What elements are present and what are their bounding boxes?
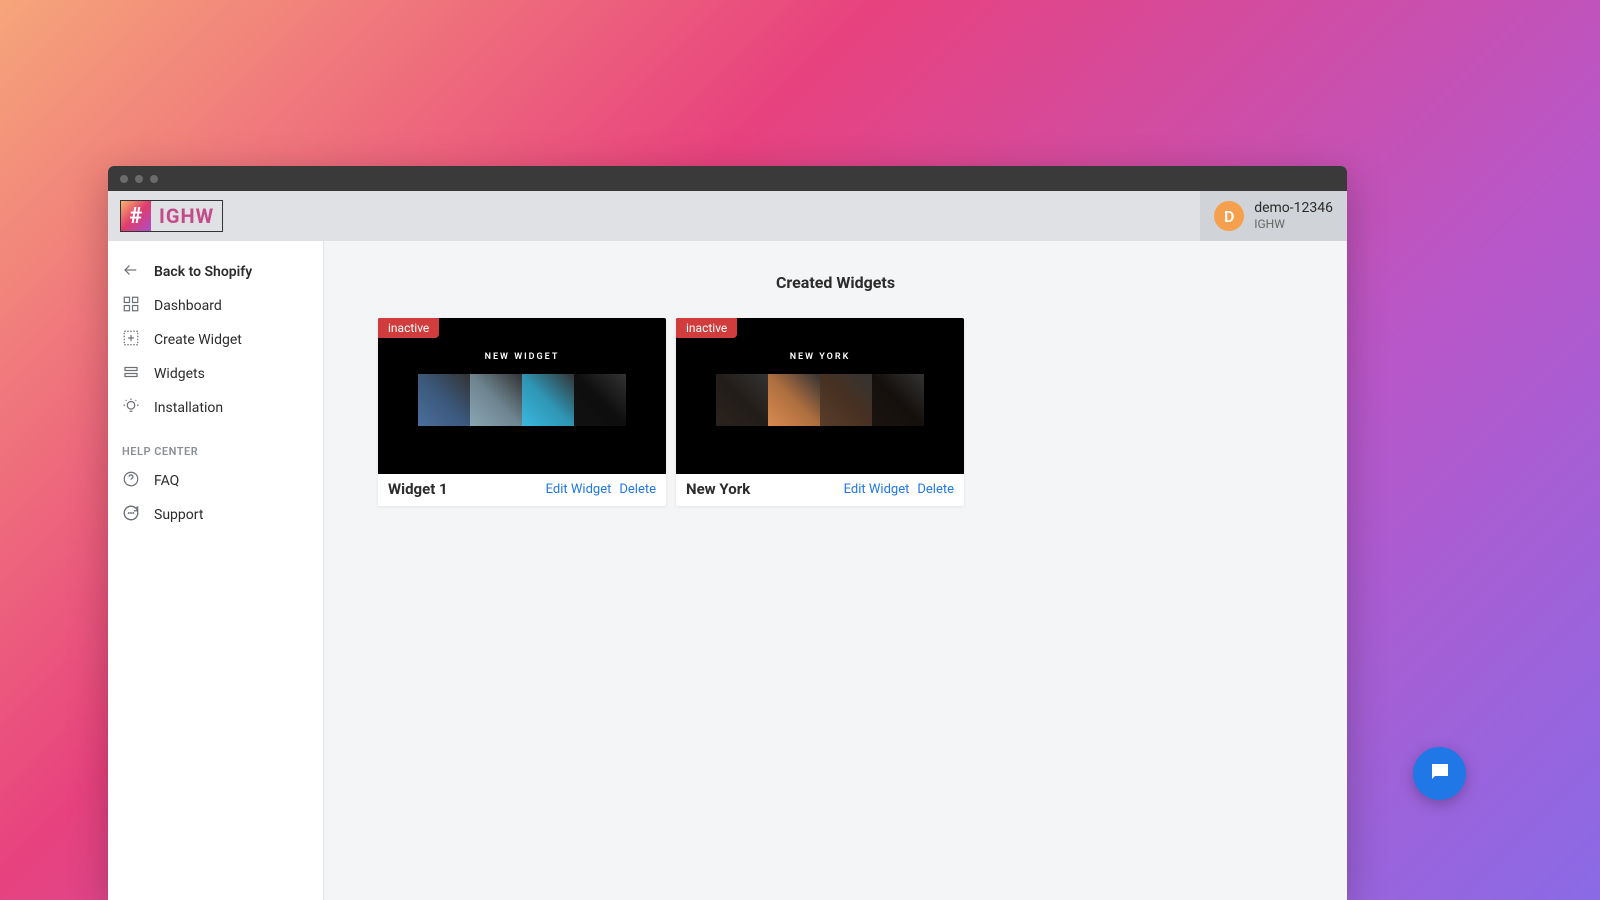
- sidebar-item-label: Create Widget: [154, 332, 242, 348]
- widget-cards: inactive NEW WIDGET Widget 1: [378, 318, 1293, 506]
- widget-name: Widget 1: [388, 480, 448, 498]
- widget-preview[interactable]: inactive NEW WIDGET: [378, 318, 666, 474]
- thumbnails: [418, 374, 626, 426]
- user-text: demo-12346 IGHW: [1254, 200, 1333, 231]
- widget-card: inactive NEW WIDGET Widget 1: [378, 318, 666, 506]
- avatar: D: [1214, 201, 1244, 231]
- card-footer: New York Edit Widget Delete: [676, 474, 964, 506]
- widget-preview[interactable]: inactive NEW YORK: [676, 318, 964, 474]
- stack-icon: [122, 363, 140, 385]
- sidebar-item-create-widget[interactable]: Create Widget: [108, 323, 323, 357]
- sidebar-item-label: Back to Shopify: [154, 264, 252, 280]
- status-badge: inactive: [676, 318, 737, 338]
- help-circle-icon: [122, 470, 140, 492]
- thumb-image: [470, 374, 522, 426]
- bulb-icon: [122, 397, 140, 419]
- preview-title: NEW WIDGET: [485, 352, 560, 362]
- chat-fab[interactable]: [1413, 747, 1466, 800]
- main-content: Created Widgets inactive NEW WIDGET: [324, 241, 1347, 900]
- sidebar-item-label: Installation: [154, 400, 223, 416]
- sidebar-item-back-to-shopify[interactable]: Back to Shopify: [108, 255, 323, 289]
- sidebar-item-label: Dashboard: [154, 298, 222, 314]
- thumb-image: [820, 374, 872, 426]
- window-titlebar: [108, 166, 1347, 191]
- sidebar-item-installation[interactable]: Installation: [108, 391, 323, 425]
- thumb-image: [768, 374, 820, 426]
- header-bar: # IGHW D demo-12346 IGHW: [108, 191, 1347, 241]
- thumb-image: [522, 374, 574, 426]
- arrow-left-icon: [122, 261, 140, 283]
- sidebar-item-label: Support: [154, 507, 203, 523]
- thumb-image: [872, 374, 924, 426]
- preview-title: NEW YORK: [790, 352, 851, 362]
- sidebar-item-support[interactable]: Support: [108, 498, 323, 532]
- delete-widget-link[interactable]: Delete: [619, 482, 656, 497]
- thumb-image: [574, 374, 626, 426]
- logo-hash-icon: #: [121, 201, 151, 231]
- widget-card: inactive NEW YORK New York: [676, 318, 964, 506]
- add-box-icon: [122, 329, 140, 351]
- app-window: # IGHW D demo-12346 IGHW Back to Shopify: [108, 166, 1347, 900]
- thumbnails: [716, 374, 924, 426]
- widget-name: New York: [686, 480, 750, 498]
- user-menu[interactable]: D demo-12346 IGHW: [1200, 191, 1347, 241]
- sidebar-item-label: Widgets: [154, 366, 205, 382]
- logo-text: IGHW: [151, 201, 222, 231]
- delete-widget-link[interactable]: Delete: [917, 482, 954, 497]
- thumb-image: [418, 374, 470, 426]
- sidebar-item-label: FAQ: [154, 473, 179, 489]
- sidebar-item-dashboard[interactable]: Dashboard: [108, 289, 323, 323]
- edit-widget-link[interactable]: Edit Widget: [844, 482, 910, 497]
- app-logo[interactable]: # IGHW: [120, 200, 223, 232]
- traffic-light-close[interactable]: [120, 175, 128, 183]
- status-badge: inactive: [378, 318, 439, 338]
- user-subtitle: IGHW: [1254, 217, 1333, 231]
- page-title: Created Widgets: [378, 273, 1293, 292]
- edit-widget-link[interactable]: Edit Widget: [546, 482, 612, 497]
- thumb-image: [716, 374, 768, 426]
- card-footer: Widget 1 Edit Widget Delete: [378, 474, 666, 506]
- sidebar-item-faq[interactable]: FAQ: [108, 464, 323, 498]
- chat-icon: [1428, 760, 1452, 788]
- sidebar: Back to Shopify Dashboard Create Widget: [108, 241, 324, 900]
- sidebar-section-help: HELP CENTER: [108, 425, 323, 464]
- grid-icon: [122, 295, 140, 317]
- sidebar-item-widgets[interactable]: Widgets: [108, 357, 323, 391]
- chat-circle-icon: [122, 504, 140, 526]
- user-name: demo-12346: [1254, 200, 1333, 217]
- traffic-light-max[interactable]: [150, 175, 158, 183]
- traffic-light-min[interactable]: [135, 175, 143, 183]
